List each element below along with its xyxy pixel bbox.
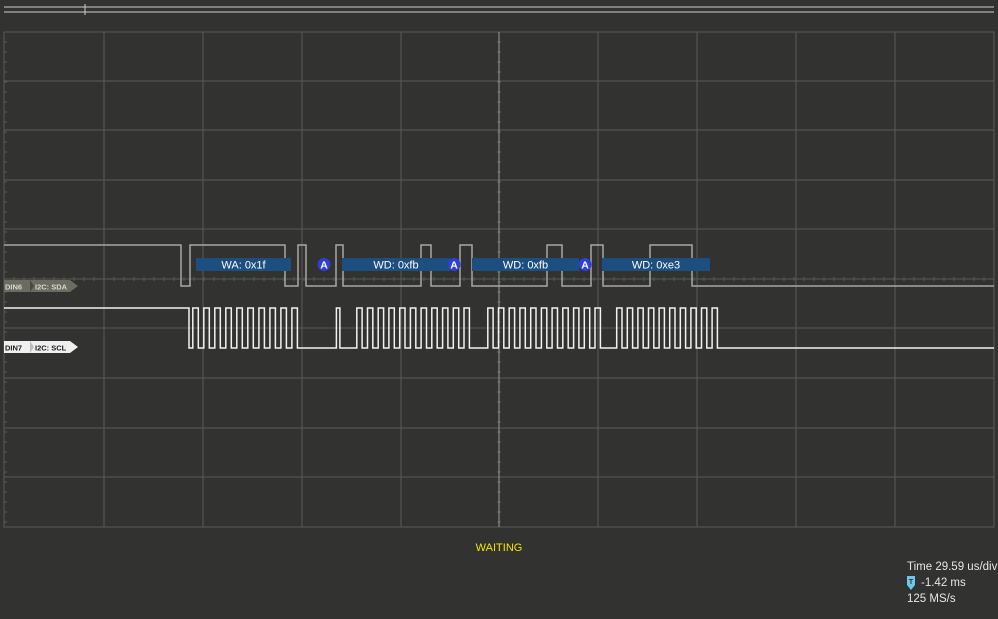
- svg-text:T: T: [909, 579, 914, 586]
- decode-ack[interactable]: A: [447, 258, 461, 272]
- waveform-canvas[interactable]: WA: 0x1f A WD: 0xfb A WD: 0xfb A WD: 0xe3 DIN6…: [0, 0, 998, 614]
- decode-ack-label: A: [581, 260, 589, 272]
- sample-rate-readout[interactable]: 125 MS/s: [907, 591, 997, 607]
- channel-protocol-label: I2C: SCL: [35, 344, 67, 353]
- channel-id-label: DIN6: [5, 283, 22, 292]
- decode-frame-label: WD: 0xfb: [373, 260, 418, 272]
- decode-frame[interactable]: WD: 0xfb: [342, 258, 450, 272]
- acquisition-status: WAITING: [475, 542, 523, 554]
- channel-label-din7[interactable]: DIN7 I2C: SCL: [4, 341, 78, 353]
- decode-frame[interactable]: WA: 0x1f: [196, 258, 291, 272]
- decode-ack-label: A: [320, 260, 328, 272]
- decode-annotations: WA: 0x1f A WD: 0xfb A WD: 0xfb A WD: 0xe3: [196, 258, 710, 272]
- decode-ack-label: A: [450, 260, 458, 272]
- grid: [3, 31, 995, 528]
- timebase-value: Time 29.59 us/div: [907, 561, 998, 573]
- decode-frame[interactable]: WD: 0xfb: [472, 258, 579, 272]
- channel-id-label: DIN7: [5, 344, 22, 353]
- trigger-marker-icon: T: [907, 576, 915, 590]
- acquisition-info: Time 29.59 us/div T -1.42 ms 125 MS/s: [907, 559, 997, 607]
- trigger-position-readout[interactable]: T -1.42 ms: [907, 575, 997, 591]
- overview-bar[interactable]: [4, 4, 994, 15]
- trigger-position-value: -1.42 ms: [921, 577, 966, 589]
- timebase-readout[interactable]: Time 29.59 us/div: [907, 559, 997, 575]
- decode-frame[interactable]: WD: 0xe3: [602, 258, 710, 272]
- decode-frame-label: WD: 0xfb: [503, 260, 548, 272]
- decode-ack[interactable]: A: [317, 258, 331, 272]
- channel-protocol-label: I2C: SDA: [35, 283, 68, 292]
- decode-ack[interactable]: A: [578, 258, 592, 272]
- channel-label-din6[interactable]: DIN6 I2C: SDA: [4, 280, 78, 292]
- decode-frame-label: WA: 0x1f: [221, 260, 266, 272]
- decode-frame-label: WD: 0xe3: [632, 260, 680, 272]
- sample-rate-value: 125 MS/s: [907, 593, 956, 605]
- oscilloscope-display: WA: 0x1f A WD: 0xfb A WD: 0xfb A WD: 0xe3 DIN6…: [0, 0, 998, 614]
